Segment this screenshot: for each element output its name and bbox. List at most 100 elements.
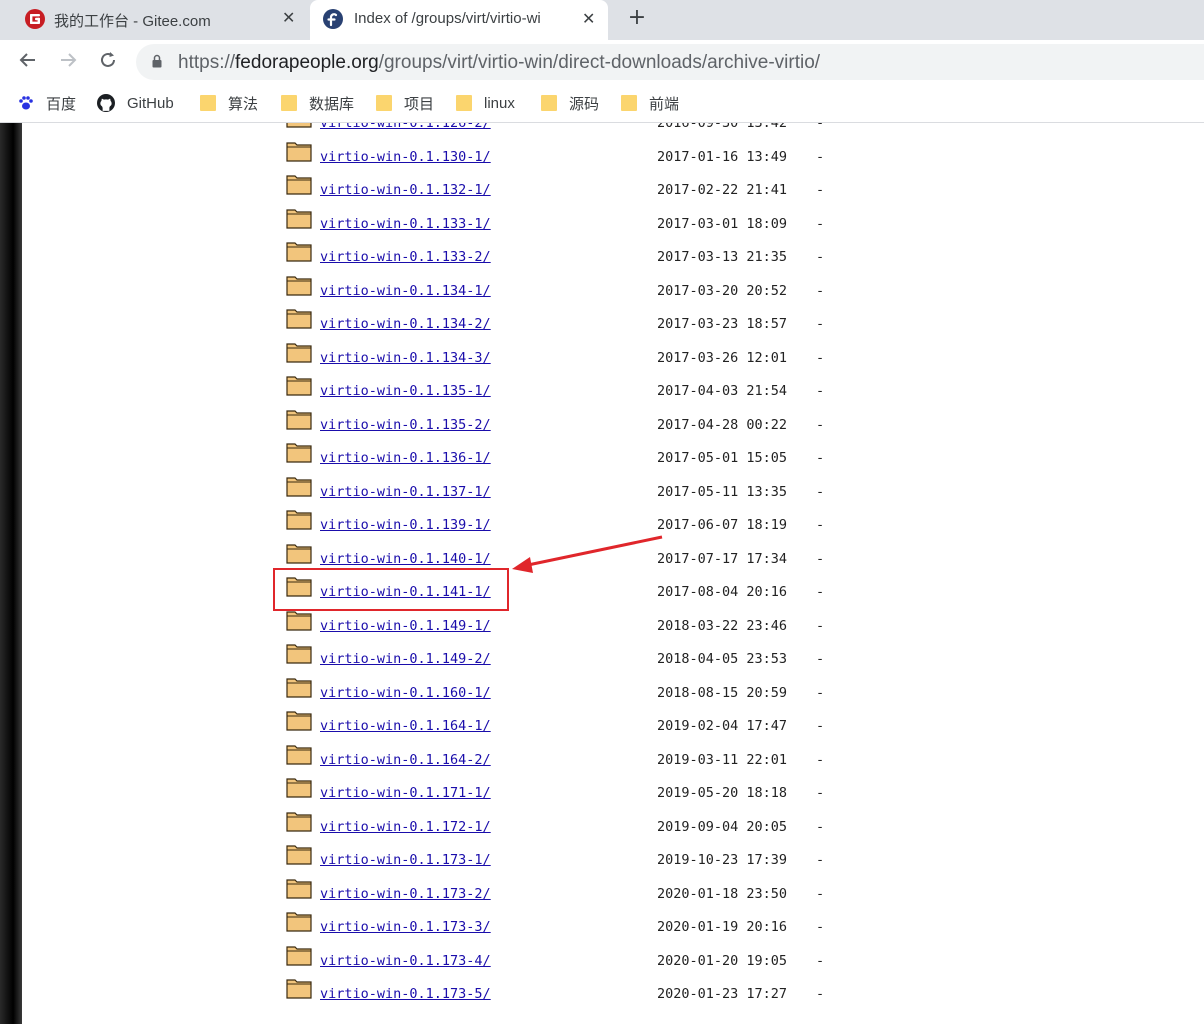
bookmark-label: 数据库: [309, 95, 355, 113]
file-size: -: [816, 986, 825, 1002]
file-size: -: [816, 852, 825, 868]
bookmark-label: 源码: [569, 95, 600, 113]
reload-icon: [101, 52, 115, 67]
modified-date: 2018-08-15 20:59: [657, 684, 788, 701]
bookmark-folder[interactable]: 前端: [621, 92, 679, 114]
file-size: -: [816, 651, 825, 667]
listing-row: virtio-win-0.1.149-1/2018-03-22 23:46 -: [286, 610, 886, 644]
bookmark-folder[interactable]: 源码: [541, 92, 599, 114]
file-size: -: [816, 123, 825, 131]
file-size: -: [816, 584, 825, 600]
listing-row: virtio-win-0.1.149-2/2018-04-05 23:53 -: [286, 643, 886, 677]
directory-link[interactable]: virtio-win-0.1.173-4/: [320, 953, 491, 969]
modified-date: 2020-01-18 23:50: [657, 885, 788, 902]
file-size: -: [816, 684, 825, 701]
file-size: -: [816, 818, 825, 835]
file-size: -: [816, 751, 825, 768]
modified-date: 2019-09-04 20:05: [657, 818, 788, 835]
annotation-arrow: [512, 535, 663, 573]
address-bar[interactable]: https://fedorapeople.org/groups/virt/vir…: [136, 44, 1204, 80]
gitee-logo-icon: [25, 9, 45, 29]
github-icon: [97, 94, 115, 112]
file-size: -: [816, 483, 825, 500]
folder-icon: [286, 677, 312, 698]
tab-index-of[interactable]: Index of /groups/virt/virtio-wi ✕: [310, 0, 608, 40]
file-size: -: [816, 617, 825, 634]
folder-icon: [541, 95, 557, 111]
modified-date: 2020-01-20 19:05: [657, 952, 788, 969]
forward-arrow-icon: [61, 53, 77, 67]
file-size: -: [816, 885, 825, 902]
bookmark-label: 前端: [649, 95, 680, 113]
file-size: -: [816, 282, 825, 299]
file-size: -: [816, 383, 825, 399]
bookmark-label: 百度: [46, 95, 77, 113]
file-size: -: [816, 148, 825, 165]
directory-link[interactable]: virtio-win-0.1.164-1/: [320, 718, 491, 734]
tab-strip: 我的工作台 - Gitee.com ✕ Index of /groups/vir…: [0, 0, 1204, 40]
folder-icon: [621, 95, 637, 111]
directory-link[interactable]: virtio-win-0.1.172-1/: [320, 819, 491, 835]
directory-link[interactable]: virtio-win-0.1.173-3/: [320, 919, 491, 935]
page-content: virtio-win-0.1.126-2/ 2016-09-30 13:42 -…: [0, 123, 1204, 1024]
directory-link[interactable]: virtio-win-0.1.173-1/: [320, 852, 491, 868]
folder-icon: [286, 912, 312, 932]
directory-link[interactable]: virtio-win-0.1.149-1/: [320, 618, 491, 634]
listing-row: virtio-win-0.1.173-1/2019-10-23 17:39 -: [286, 844, 886, 878]
file-size: -: [816, 450, 825, 466]
listing-row: virtio-win-0.1.171-1/2019-05-20 18:18 -: [286, 777, 886, 811]
bookmark-baidu[interactable]: 百度: [18, 92, 76, 114]
directory-link[interactable]: virtio-win-0.1.149-2/: [320, 651, 491, 667]
baidu-paw-icon: [19, 96, 33, 110]
listing-row: virtio-win-0.1.173-3/2020-01-19 20:16 -: [286, 911, 886, 945]
file-size: -: [816, 785, 825, 801]
tab-title: 我的工作台 - Gitee.com: [54, 13, 211, 30]
close-tab-icon[interactable]: ✕: [282, 8, 295, 28]
back-arrow-icon: [19, 53, 35, 67]
listing-row: virtio-win-0.1.173-5/2020-01-23 17:27 -: [286, 978, 886, 1012]
tab-gitee[interactable]: 我的工作台 - Gitee.com ✕: [12, 0, 308, 38]
folder-icon: [286, 845, 312, 865]
bookmark-github[interactable]: GitHub: [97, 92, 174, 114]
bookmark-label: 项目: [404, 95, 435, 113]
folder-icon: [286, 711, 312, 731]
file-size: -: [816, 919, 825, 935]
bookmark-label: 算法: [228, 95, 259, 113]
file-size: -: [816, 416, 825, 433]
listing-row: virtio-win-0.1.173-2/2020-01-18 23:50 -: [286, 878, 886, 912]
reload-button[interactable]: [96, 50, 120, 74]
bookmark-folder[interactable]: 数据库: [281, 92, 354, 114]
file-size: -: [816, 718, 825, 734]
directory-link[interactable]: virtio-win-0.1.164-2/: [320, 752, 491, 768]
bookmark-folder[interactable]: linux: [456, 92, 515, 114]
modified-date: 2018-04-05 23:53: [657, 651, 788, 667]
file-size: -: [816, 349, 825, 366]
directory-link[interactable]: virtio-win-0.1.171-1/: [320, 785, 491, 801]
listing-row: virtio-win-0.1.164-1/2019-02-04 17:47 -: [286, 710, 886, 744]
file-size: -: [816, 182, 825, 198]
bookmarks-bar: 百度 GitHub 算法 数据库 项目 linux 源码 前端: [0, 84, 1204, 123]
folder-icon: [286, 811, 312, 832]
modified-date: 2018-03-22 23:46: [657, 617, 788, 634]
new-tab-button[interactable]: +: [624, 5, 650, 31]
folder-icon: [286, 945, 312, 966]
url-host: fedorapeople.org: [235, 52, 379, 73]
directory-link[interactable]: virtio-win-0.1.173-5/: [320, 986, 491, 1002]
bookmark-folder[interactable]: 项目: [376, 92, 434, 114]
folder-icon: [286, 878, 312, 899]
modified-date: 2019-02-04 17:47: [657, 718, 788, 734]
folder-icon: [286, 744, 312, 765]
fedora-logo-icon: [323, 9, 343, 29]
file-size: -: [816, 517, 825, 533]
file-size: -: [816, 316, 825, 332]
modified-date: 2020-01-19 20:16: [657, 919, 788, 935]
directory-link[interactable]: virtio-win-0.1.160-1/: [320, 685, 491, 701]
listing-row: virtio-win-0.1.164-2/2019-03-11 22:01 -: [286, 744, 886, 778]
bookmark-folder[interactable]: 算法: [200, 92, 258, 114]
back-button[interactable]: [16, 50, 40, 74]
folder-icon: [200, 95, 216, 111]
forward-button[interactable]: [56, 50, 80, 74]
folder-icon: [456, 95, 472, 111]
directory-link[interactable]: virtio-win-0.1.173-2/: [320, 886, 491, 902]
close-tab-icon[interactable]: ✕: [582, 9, 595, 29]
